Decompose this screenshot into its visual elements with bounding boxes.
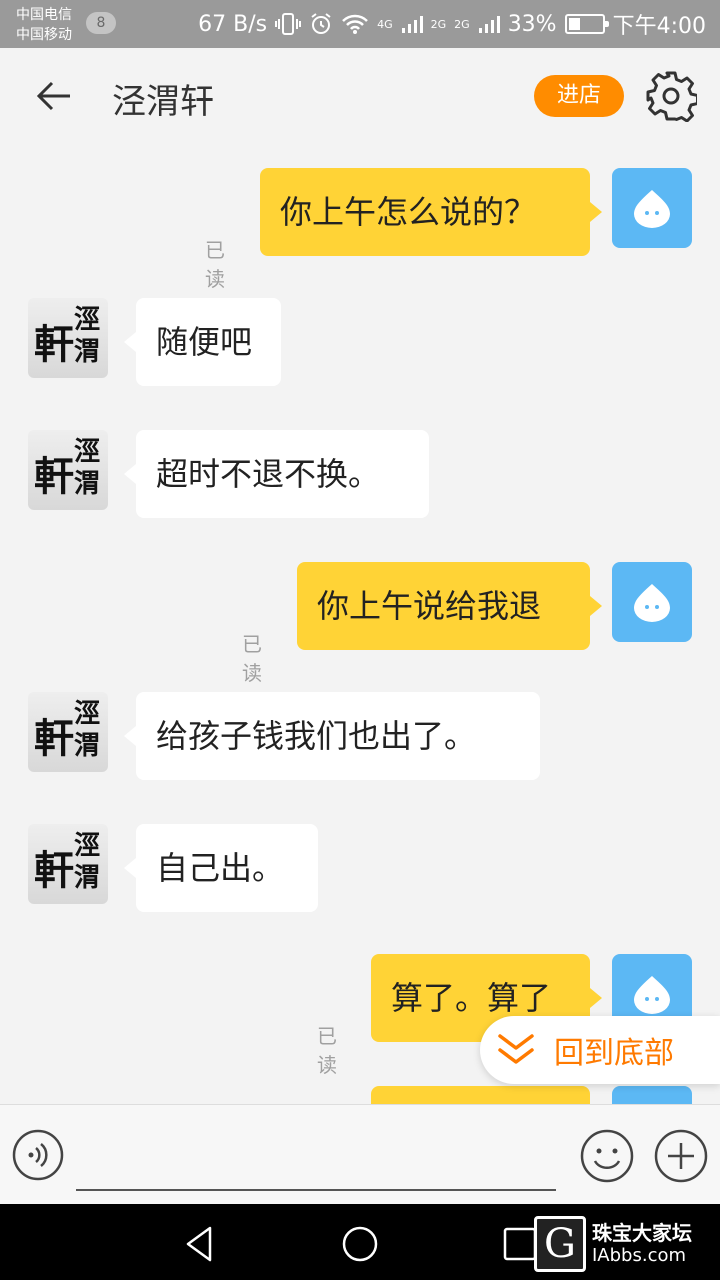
vibrate-icon (275, 13, 302, 35)
message-bubble[interactable] (371, 1086, 590, 1104)
shop-avatar-char: 軒 (34, 453, 74, 500)
signal-icon (401, 16, 423, 33)
nav-back-icon[interactable] (180, 1224, 220, 1264)
my-avatar[interactable] (612, 168, 692, 248)
read-receipt: 已读 (205, 238, 225, 291)
message-input[interactable] (76, 1125, 556, 1191)
shop-avatar-char: 軒 (34, 321, 74, 368)
network-4g-label: 4G (377, 17, 393, 31)
nav-home-icon[interactable] (340, 1224, 380, 1264)
watermark-name: 珠宝大家坛 (592, 1221, 692, 1245)
network-2g-label-b: 2G (454, 17, 470, 31)
net-speed: 67 B/s (198, 11, 268, 37)
shop-avatar[interactable]: 軒 涇渭 (28, 298, 108, 378)
shop-avatar-chars: 涇渭 (74, 305, 101, 367)
emoji-icon[interactable] (580, 1129, 634, 1183)
battery-icon (564, 14, 609, 34)
read-receipt: 已读 (242, 632, 262, 685)
back-arrow-icon[interactable] (34, 78, 74, 114)
message-bubble[interactable]: 超时不退不换。 (136, 430, 429, 518)
shop-avatar-chars: 涇渭 (74, 437, 101, 499)
read-receipt: 已读 (317, 1024, 337, 1077)
system-navigation-bar: G 珠宝大家坛 IAbbs.com (0, 1204, 720, 1280)
message-bubble[interactable]: 你上午说给我退 (297, 562, 590, 650)
carrier-names: 中国电信 中国移动 (16, 5, 72, 45)
alarm-icon (311, 13, 331, 34)
carrier-2: 中国移动 (16, 27, 72, 43)
watermark-url: IAbbs.com (592, 1245, 687, 1266)
message-bubble[interactable]: 自己出。 (136, 824, 318, 912)
battery-percent: 33% (507, 11, 557, 37)
signal-icon-2 (478, 16, 500, 33)
status-icons: 67 B/s 4G 2G 2G 33% 下午4:00 (198, 0, 706, 48)
wifi-icon (342, 14, 368, 34)
my-avatar[interactable] (612, 562, 692, 642)
jump-to-bottom-label: 回到底部 (554, 1036, 674, 1071)
clock: 下午4:00 (612, 14, 706, 39)
watermark: G 珠宝大家坛 IAbbs.com (534, 1212, 720, 1276)
page-title: 泾渭轩 (112, 82, 214, 122)
carrier-1: 中国电信 (16, 7, 72, 23)
message-bubble[interactable]: 随便吧 (136, 298, 281, 386)
network-2g-label-a: 2G (430, 17, 447, 31)
voice-icon[interactable] (12, 1129, 64, 1181)
message-bubble[interactable]: 给孩子钱我们也出了。 (136, 692, 540, 780)
chat-header: 泾渭轩 进店 (0, 48, 720, 144)
bubble-face-icon (634, 976, 670, 1014)
watermark-logo: G (534, 1216, 586, 1272)
jump-to-bottom-button[interactable]: 回到底部 (480, 1016, 720, 1084)
plus-icon[interactable] (654, 1129, 708, 1183)
shop-avatar[interactable]: 軒 涇渭 (28, 430, 108, 510)
message-bubble[interactable]: 你上午怎么说的？ (260, 168, 590, 256)
bubble-face-icon (634, 190, 670, 228)
shop-avatar[interactable]: 軒 涇渭 (28, 824, 108, 904)
bubble-face-icon (634, 584, 670, 622)
shop-avatar-chars: 涇渭 (74, 699, 101, 761)
shop-avatar-char: 軒 (34, 715, 74, 762)
chat-message-list[interactable]: 已读 你上午怎么说的？ 軒 涇渭 随便吧 軒 涇渭 超时不退不换。 已读 你上午… (0, 144, 720, 1104)
shop-avatar[interactable]: 軒 涇渭 (28, 692, 108, 772)
input-bar (0, 1104, 720, 1204)
enter-store-button[interactable]: 进店 (534, 75, 624, 117)
gear-icon[interactable] (645, 70, 697, 122)
status-bar: 中国电信 中国移动 8 67 B/s 4G 2G 2G 33% 下午4:00 (0, 0, 720, 48)
shop-avatar-char: 軒 (34, 847, 74, 894)
double-chevron-down-icon (498, 1034, 534, 1064)
nav-recent-icon[interactable] (502, 1226, 538, 1262)
notification-count-badge: 8 (86, 12, 116, 34)
shop-avatar-chars: 涇渭 (74, 831, 101, 893)
my-avatar[interactable] (612, 1086, 692, 1104)
